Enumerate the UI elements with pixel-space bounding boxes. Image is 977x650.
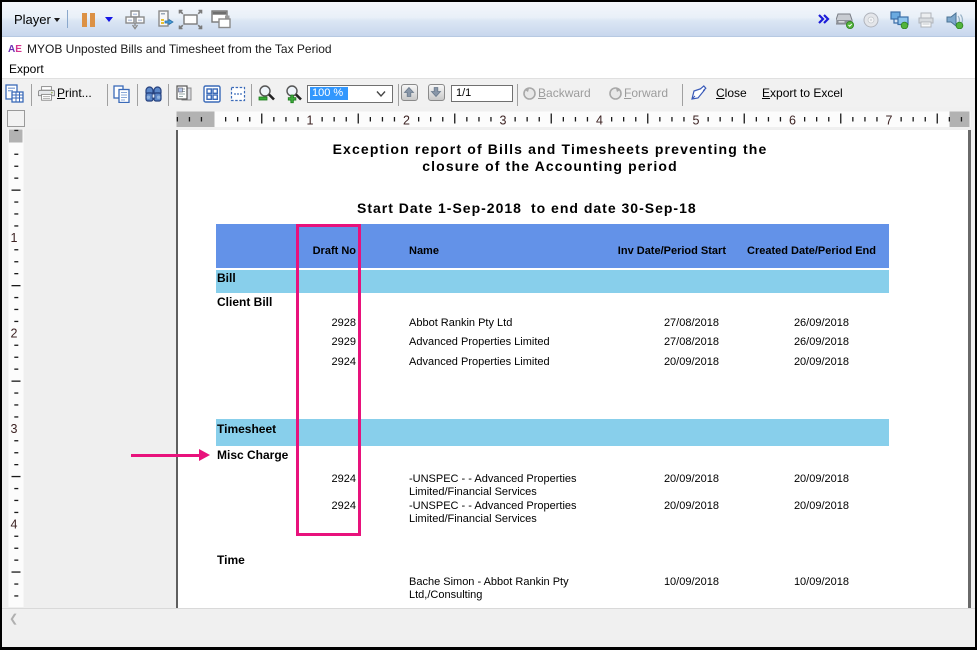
svg-text:1: 1	[11, 231, 18, 245]
svg-text:3: 3	[11, 422, 18, 436]
svg-text:4: 4	[11, 518, 18, 532]
svg-text:2: 2	[403, 114, 410, 128]
svg-text:7: 7	[886, 114, 893, 128]
svg-text:1: 1	[307, 114, 314, 128]
svg-text:2: 2	[11, 327, 18, 341]
svg-text:4: 4	[596, 114, 603, 128]
svg-text:3: 3	[500, 114, 507, 128]
svg-text:5: 5	[693, 114, 700, 128]
svg-text:6: 6	[789, 114, 796, 128]
